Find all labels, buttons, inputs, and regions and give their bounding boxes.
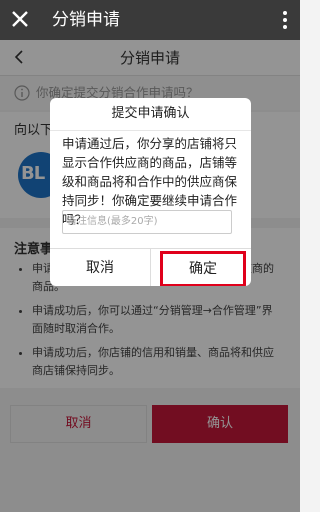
confirm-dialog: 提交申请确认 申请通过后，你分享的店铺将只显示合作供应商的商品，店铺等级和商品将… <box>50 98 251 286</box>
dialog-buttons: 取消 确定 <box>50 248 251 286</box>
dialog-confirm-button[interactable]: 确定 <box>160 251 246 286</box>
window-title: 分销申请 <box>52 10 120 30</box>
more-vertical-icon[interactable] <box>282 10 288 30</box>
app-header: 分销申请 <box>0 0 300 40</box>
dialog-title: 提交申请确认 <box>50 104 251 131</box>
note-input[interactable]: 备注信息(最多20字) <box>62 210 232 234</box>
dialog-cancel-button[interactable]: 取消 <box>50 249 151 286</box>
close-icon[interactable] <box>10 9 30 29</box>
